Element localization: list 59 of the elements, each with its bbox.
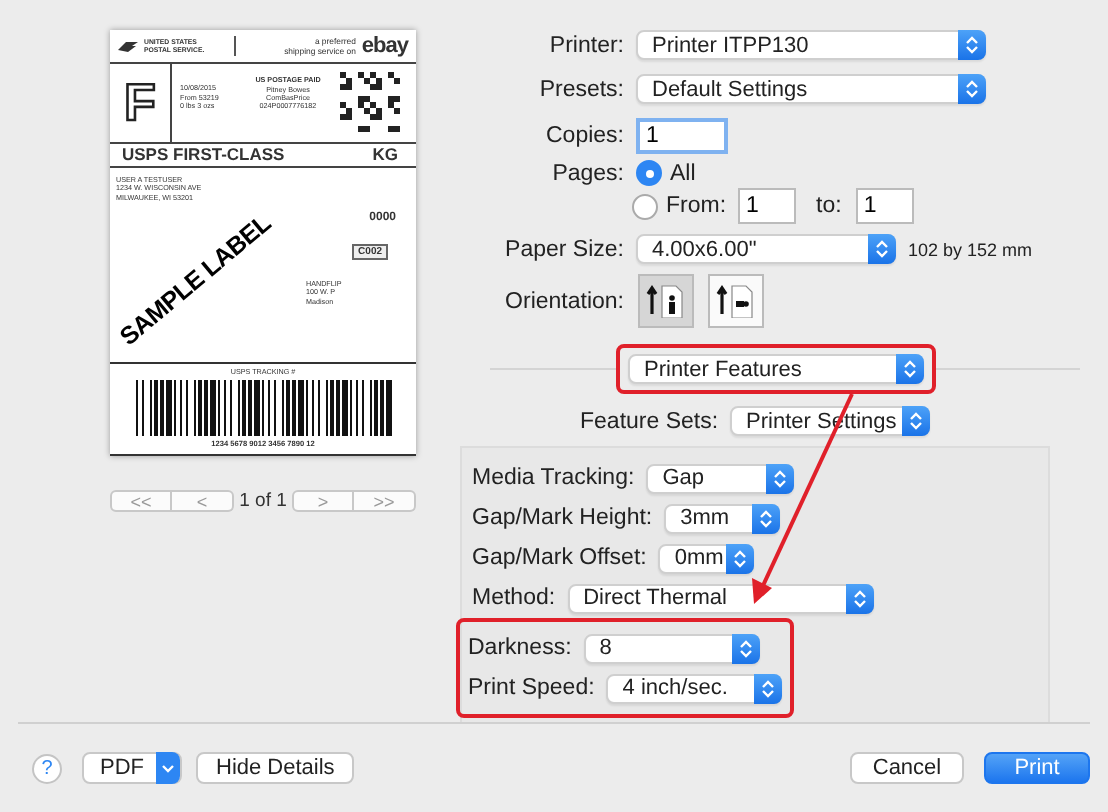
- cancel-button[interactable]: Cancel: [850, 752, 964, 784]
- service-title: USPS FIRST-CLASS: [122, 144, 285, 165]
- field-label: Pages:: [550, 161, 624, 185]
- chevrons-icon: [868, 234, 896, 264]
- dropdown[interactable]: Gap: [646, 463, 795, 493]
- chevrons-icon: [726, 543, 755, 573]
- field-label: Feature Sets:: [580, 409, 719, 433]
- copies-field[interactable]: 1: [636, 118, 728, 154]
- field-label: Orientation:: [503, 289, 624, 313]
- dropdown[interactable]: 0mm: [658, 543, 755, 573]
- dropdown[interactable]: 4.00x6.00": [636, 234, 896, 264]
- field-label: Presets:: [537, 77, 624, 101]
- brand-logo: ebay: [361, 33, 408, 60]
- dropdown[interactable]: Direct Thermal: [567, 583, 874, 613]
- field-label: Gap/Mark Height:: [472, 506, 653, 530]
- field-label: Copies:: [544, 124, 624, 148]
- portrait-page-icon: [646, 284, 686, 318]
- help-button[interactable]: ?: [32, 753, 62, 783]
- matrix-code-drawing: [340, 72, 400, 133]
- page-from-field[interactable]: 1: [738, 188, 797, 224]
- page-to-field[interactable]: 1: [855, 188, 914, 224]
- dropdown[interactable]: Printer ITPP130: [636, 30, 986, 60]
- chevrons-icon: [902, 406, 931, 436]
- chevrons-icon: [754, 673, 783, 703]
- landscape-page-icon: [716, 284, 756, 318]
- page-count: 1 of 1: [239, 490, 287, 512]
- chevrons-icon: [958, 30, 986, 60]
- dropdown[interactable]: 3mm: [664, 503, 781, 533]
- chevron-down-icon: [156, 752, 180, 784]
- radio-button[interactable]: [636, 160, 662, 186]
- radio-label: All: [670, 161, 696, 185]
- dropdown[interactable]: Printer Features: [628, 354, 924, 384]
- chevrons-icon: [766, 463, 795, 493]
- field-label: to:: [816, 194, 842, 218]
- chevrons-icon: [896, 354, 924, 384]
- field-label: Darkness:: [468, 636, 572, 660]
- dropdown[interactable]: 8: [583, 633, 760, 663]
- orientation-button[interactable]: [708, 274, 764, 328]
- orientation-button[interactable]: [638, 274, 694, 328]
- chevrons-icon: [731, 633, 760, 663]
- radio-label: From:: [666, 194, 727, 218]
- field-label: Print Speed:: [468, 676, 595, 700]
- dropdown[interactable]: Default Settings: [636, 74, 986, 104]
- chevrons-icon: [845, 583, 874, 613]
- eagle-logo-icon: [118, 40, 138, 53]
- chevrons-icon: [958, 74, 986, 104]
- radio-button[interactable]: [632, 193, 658, 219]
- field-label: Gap/Mark Offset:: [472, 546, 647, 570]
- field-label: Media Tracking:: [472, 466, 635, 490]
- paper-dimensions: 102 by 152 mm: [908, 239, 1033, 259]
- field-label: Method:: [472, 586, 556, 610]
- chevrons-icon: [752, 503, 781, 533]
- pdf-menu-button[interactable]: PDF: [82, 752, 182, 784]
- service-title: KG: [372, 144, 398, 165]
- field-label: Printer:: [547, 33, 624, 57]
- dropdown[interactable]: 4 inch/sec.: [606, 673, 783, 703]
- service-letter: F: [124, 76, 156, 129]
- field-label: Paper Size:: [503, 237, 624, 261]
- hide-details-button[interactable]: Hide Details: [196, 752, 355, 784]
